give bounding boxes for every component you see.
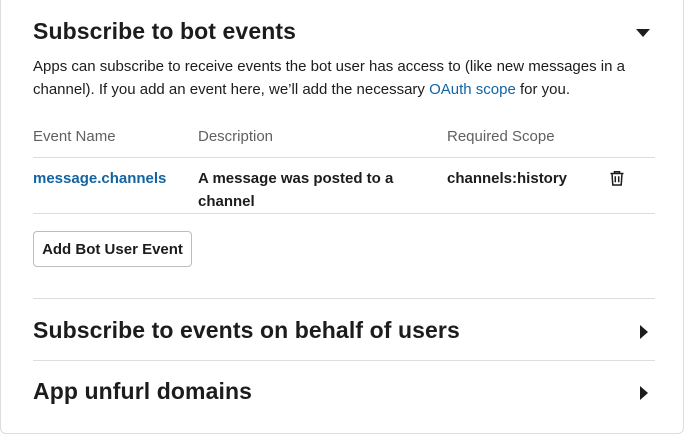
unfurl-domains-title[interactable]: App unfurl domains [33, 378, 252, 405]
column-header-event-name: Event Name [33, 128, 116, 145]
description-text-end: for you. [515, 81, 571, 98]
bot-events-title: Subscribe to bot events [33, 18, 297, 44]
collapse-caret-down-icon[interactable] [635, 25, 651, 41]
expand-caret-right-icon[interactable] [636, 385, 652, 401]
add-bot-user-event-button[interactable]: Add Bot User Event [33, 231, 192, 267]
event-description: A message was posted to a channel [198, 170, 394, 210]
section-divider [33, 360, 655, 361]
bot-events-description: Apps can subscribe to receive events the… [33, 55, 653, 101]
event-required-scope: channels:history [447, 170, 568, 187]
column-header-description: Description [198, 128, 274, 145]
section-divider [33, 298, 655, 299]
oauth-scope-link[interactable]: OAuth scope [429, 81, 516, 98]
trash-icon[interactable] [608, 169, 626, 187]
table-row-divider [33, 213, 655, 214]
event-name-link[interactable]: message.channels [33, 167, 166, 190]
column-header-required-scope: Required Scope [447, 128, 555, 145]
expand-caret-right-icon[interactable] [636, 324, 652, 340]
user-events-title[interactable]: Subscribe to events on behalf of users [33, 317, 460, 344]
table-header-divider [33, 157, 655, 158]
